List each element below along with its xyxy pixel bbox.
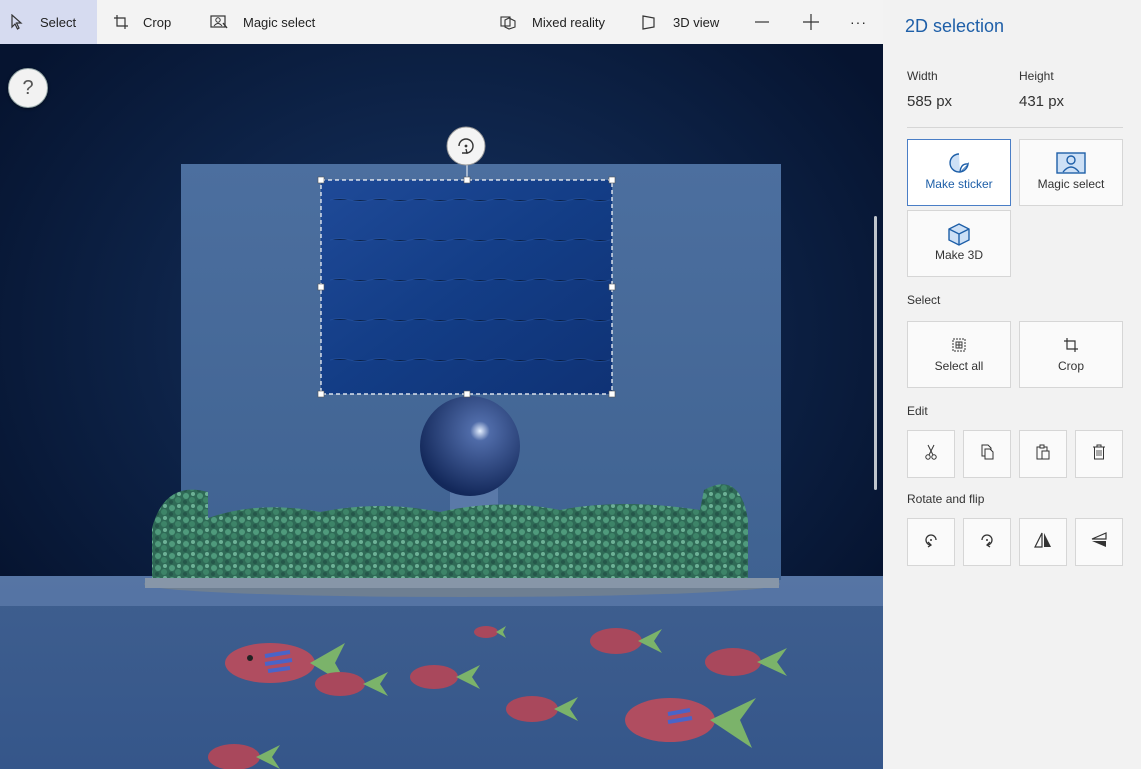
- divider: [907, 127, 1123, 128]
- rotate-left-button[interactable]: [907, 518, 955, 566]
- flip-horizontal-icon: [1034, 531, 1052, 554]
- paste-icon: [1035, 444, 1051, 465]
- crop-icon: [113, 14, 129, 30]
- plus-icon: [802, 13, 820, 31]
- more-icon: ···: [850, 14, 867, 30]
- zoom-in-button[interactable]: [802, 0, 820, 44]
- flip-horizontal-button[interactable]: [1019, 518, 1067, 566]
- flip-vertical-button[interactable]: [1075, 518, 1123, 566]
- make-sticker-button[interactable]: Make sticker: [907, 139, 1011, 206]
- copy-icon: [979, 444, 995, 465]
- select-all-button[interactable]: Select all: [907, 321, 1011, 388]
- make-3d-button[interactable]: Make 3D: [907, 210, 1011, 277]
- top-toolbar: Select Crop Magic select Mixed reality 3…: [0, 0, 883, 45]
- mixed-reality-button[interactable]: Mixed reality: [500, 0, 605, 44]
- magic-select-panel-button[interactable]: Magic select: [1019, 139, 1123, 206]
- select-all-icon: [952, 333, 966, 357]
- help-button[interactable]: ?: [8, 68, 48, 108]
- width-label: Width: [907, 69, 938, 83]
- rotate-right-button[interactable]: [963, 518, 1011, 566]
- 3d-view-icon: [641, 14, 657, 30]
- flip-vertical-icon: [1090, 531, 1108, 554]
- cut-button[interactable]: [907, 430, 955, 478]
- height-field[interactable]: 431 px: [1019, 93, 1064, 110]
- canvas-scrollbar[interactable]: [874, 216, 877, 490]
- mixed-reality-icon: [500, 14, 516, 30]
- magic-select-tool-button[interactable]: Magic select: [210, 0, 315, 44]
- panel-title: 2D selection: [905, 16, 1005, 36]
- crop-panel-button[interactable]: Crop: [1019, 321, 1123, 388]
- magic-select-icon: [210, 14, 228, 30]
- scene-illustration: [0, 44, 883, 769]
- canvas-area[interactable]: [0, 44, 883, 769]
- paste-button[interactable]: [1019, 430, 1067, 478]
- sticker-icon: [948, 151, 970, 175]
- help-icon: ?: [22, 76, 34, 99]
- pointer-icon: [10, 14, 24, 30]
- more-options-button[interactable]: ···: [850, 0, 867, 44]
- 3d-view-button[interactable]: 3D view: [641, 0, 719, 44]
- height-label: Height: [1019, 69, 1054, 83]
- rotate-left-icon: [922, 531, 940, 554]
- width-field[interactable]: 585 px: [907, 93, 952, 110]
- edit-section-label: Edit: [907, 404, 928, 418]
- select-section-label: Select: [907, 293, 941, 307]
- copy-button[interactable]: [963, 430, 1011, 478]
- crop-icon: [1063, 333, 1079, 357]
- minus-icon: [753, 14, 771, 30]
- scissors-icon: [924, 444, 938, 465]
- side-panel: 2D selection Width 585 px Height 431 px …: [883, 0, 1141, 769]
- delete-button[interactable]: [1075, 430, 1123, 478]
- rotate-flip-section-label: Rotate and flip: [907, 492, 985, 506]
- crop-tool-button[interactable]: Crop: [113, 0, 171, 44]
- trash-icon: [1092, 444, 1106, 465]
- cube-icon: [947, 222, 971, 246]
- rotate-right-icon: [978, 531, 996, 554]
- magic-select-icon: [1056, 151, 1086, 175]
- zoom-out-button[interactable]: [753, 0, 771, 44]
- rotate-handle[interactable]: [447, 127, 485, 165]
- select-tool-button[interactable]: Select: [0, 0, 97, 44]
